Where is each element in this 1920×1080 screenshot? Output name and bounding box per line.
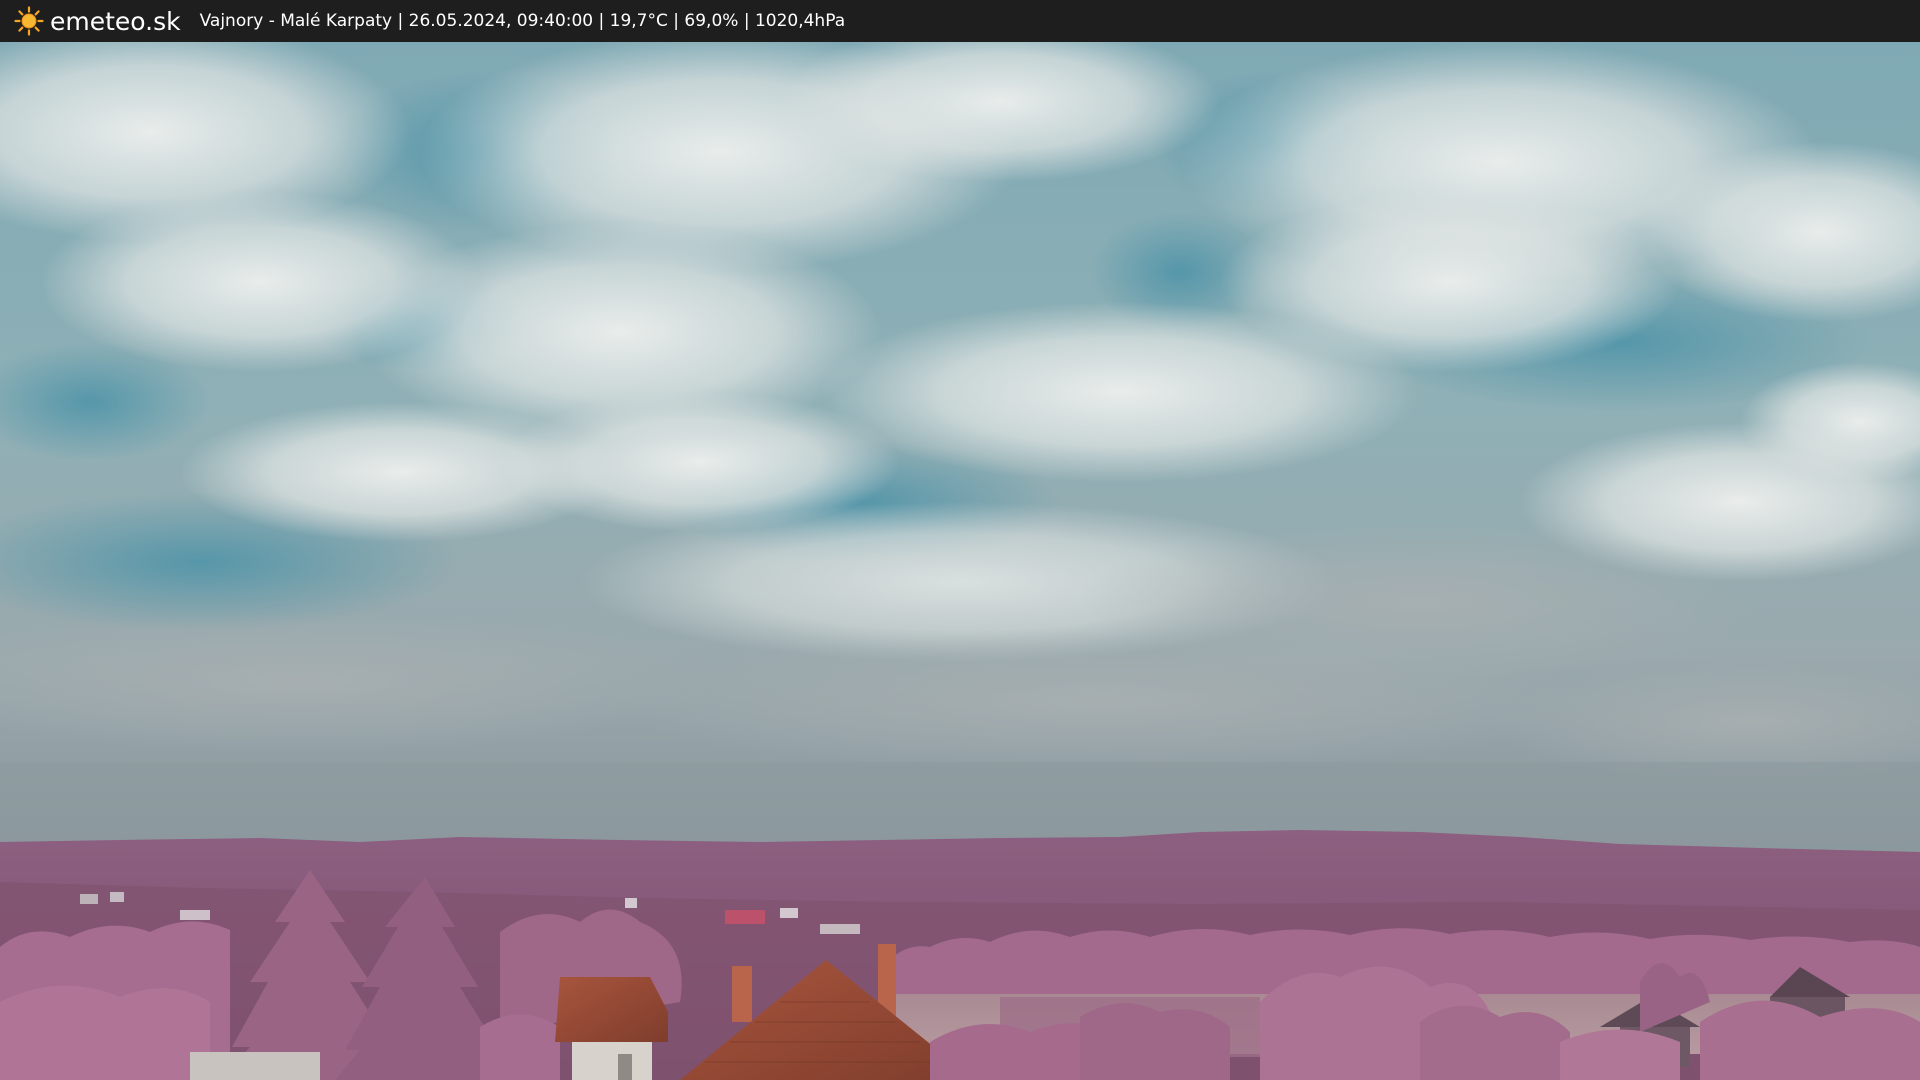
webcam-frame: emeteo.sk Vajnory - Malé Karpaty | 26.05… (0, 0, 1920, 1080)
station-caption: Vajnory - Malé Karpaty | 26.05.2024, 09:… (199, 11, 846, 31)
emeteo-logo: emeteo.sk (14, 0, 181, 42)
webcam-image (0, 42, 1920, 1080)
sun-icon (14, 6, 44, 36)
logo-text: emeteo.sk (50, 6, 181, 36)
info-bar: emeteo.sk Vajnory - Malé Karpaty | 26.05… (0, 0, 1920, 42)
